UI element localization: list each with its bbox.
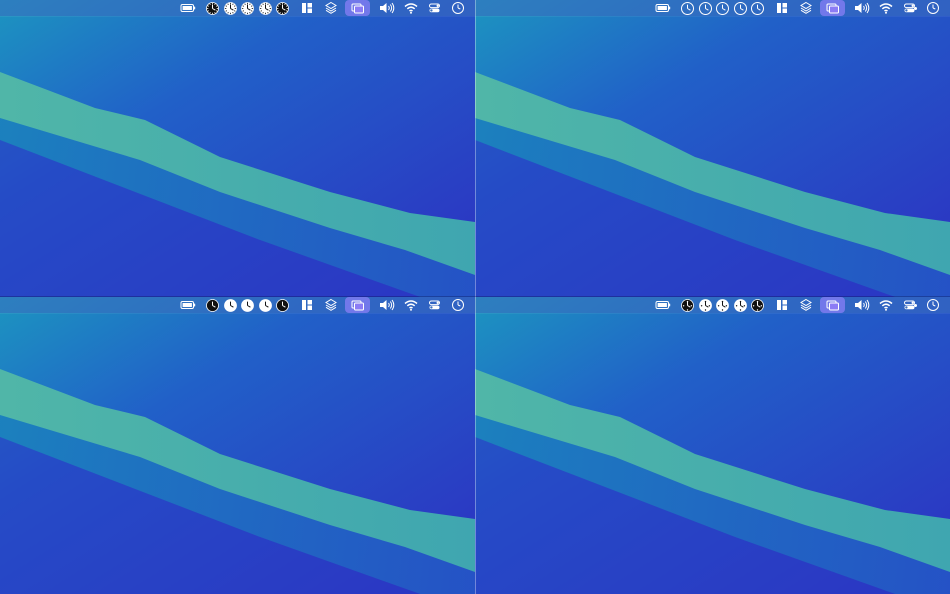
world-clock-group[interactable]	[681, 0, 767, 16]
volume-icon[interactable]	[853, 297, 871, 313]
world-clock-icon[interactable]	[241, 299, 254, 312]
world-clock-icon[interactable]	[716, 2, 729, 15]
world-clock-icon[interactable]	[223, 2, 237, 15]
world-clock-icon[interactable]	[681, 2, 694, 15]
window-layout-icon[interactable]	[300, 297, 314, 313]
wifi-icon[interactable]	[403, 0, 419, 16]
layers-icon[interactable]	[798, 0, 814, 16]
world-clock-icon[interactable]	[206, 299, 219, 312]
world-clock-group[interactable]	[681, 297, 767, 313]
status-dot-icon	[914, 304, 917, 307]
volume-icon[interactable]	[853, 0, 871, 16]
battery-icon[interactable]	[655, 297, 671, 313]
desktop-quadrant-top-right	[475, 0, 950, 297]
wifi-icon[interactable]	[403, 297, 419, 313]
world-clock-group[interactable]	[206, 297, 292, 313]
battery-icon[interactable]	[180, 297, 196, 313]
control-center-icon[interactable]	[428, 0, 442, 16]
wallpaper	[475, 297, 950, 594]
world-clock-icon[interactable]	[206, 2, 219, 15]
world-clock-icon[interactable]	[258, 2, 272, 15]
horizontal-divider	[0, 296, 950, 297]
wallpaper	[475, 0, 950, 297]
world-clock-icon[interactable]	[276, 2, 289, 15]
screens-icon[interactable]	[820, 0, 845, 16]
world-clock-icon[interactable]	[751, 2, 764, 15]
menu-bar	[475, 297, 950, 313]
clock-icon[interactable]	[925, 297, 941, 313]
window-layout-icon[interactable]	[775, 0, 789, 16]
screens-icon[interactable]	[345, 297, 370, 313]
desktop-quadrant-bottom-left	[0, 297, 475, 594]
world-clock-icon[interactable]	[733, 2, 747, 15]
desktop-quadrant-bottom-right	[475, 297, 950, 594]
layers-icon[interactable]	[323, 297, 339, 313]
clock-icon[interactable]	[925, 0, 941, 16]
menu-bar	[475, 0, 950, 16]
world-clock-icon[interactable]	[223, 299, 237, 312]
world-clock-icon[interactable]	[751, 299, 764, 312]
battery-icon[interactable]	[180, 0, 196, 16]
control-center-icon[interactable]	[428, 297, 442, 313]
wallpaper	[0, 0, 475, 297]
world-clock-icon[interactable]	[258, 299, 272, 312]
clock-icon[interactable]	[450, 297, 466, 313]
world-clock-group[interactable]	[206, 0, 292, 16]
desktop-quadrant-top-left	[0, 0, 475, 297]
volume-icon[interactable]	[378, 0, 396, 16]
layers-icon[interactable]	[798, 297, 814, 313]
layers-icon[interactable]	[323, 0, 339, 16]
world-clock-icon[interactable]	[716, 299, 729, 312]
world-clock-icon[interactable]	[241, 2, 254, 15]
world-clock-icon[interactable]	[698, 2, 712, 15]
clock-icon[interactable]	[450, 0, 466, 16]
world-clock-icon[interactable]	[681, 299, 694, 312]
status-dot-icon	[914, 7, 917, 10]
screens-icon[interactable]	[820, 297, 845, 313]
world-clock-icon[interactable]	[698, 299, 712, 312]
window-layout-icon[interactable]	[300, 0, 314, 16]
screens-icon[interactable]	[345, 0, 370, 16]
menu-bar	[0, 0, 475, 16]
menu-bar	[0, 297, 475, 313]
world-clock-icon[interactable]	[733, 299, 747, 312]
battery-icon[interactable]	[655, 0, 671, 16]
wifi-icon[interactable]	[878, 0, 894, 16]
wallpaper	[0, 297, 475, 594]
window-layout-icon[interactable]	[775, 297, 789, 313]
vertical-divider	[475, 0, 476, 594]
world-clock-icon[interactable]	[276, 299, 289, 312]
wifi-icon[interactable]	[878, 297, 894, 313]
volume-icon[interactable]	[378, 297, 396, 313]
